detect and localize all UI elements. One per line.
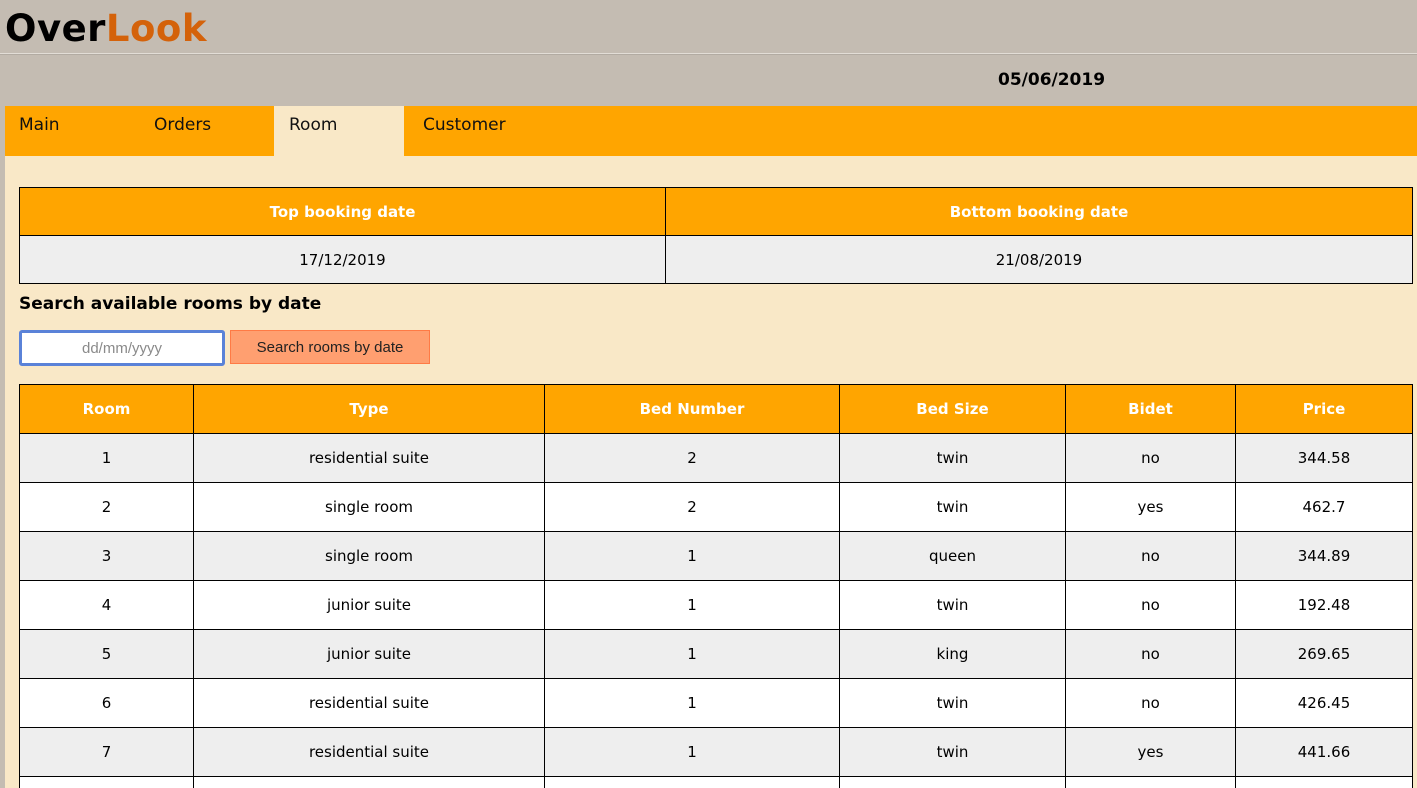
- cell-bed-size: king: [839, 629, 1066, 679]
- cell-price: 254.9: [1235, 776, 1413, 788]
- cell-room-type: residential suite: [193, 678, 545, 728]
- cell-bed-number: 1: [544, 727, 840, 777]
- cell-bed-number: 1: [544, 580, 840, 630]
- cell-bidet: no: [1065, 531, 1236, 581]
- app-logo: OverLook: [5, 6, 207, 52]
- table-row: 7 residential suite 1 twin yes 441.66: [19, 727, 1413, 777]
- top-booking-date-value: 17/12/2019: [19, 235, 666, 284]
- bottom-booking-date-value: 21/08/2019: [665, 235, 1413, 284]
- cell-room-number: 1: [19, 433, 194, 483]
- cell-bidet: yes: [1065, 727, 1236, 777]
- column-header-bed-size: Bed Size: [839, 384, 1066, 434]
- table-row: 17/12/2019 21/08/2019: [19, 235, 1413, 284]
- cell-price: 192.48: [1235, 580, 1413, 630]
- cell-room-number: 7: [19, 727, 194, 777]
- nav-bar: Main Orders Room Customer: [5, 106, 1417, 156]
- cell-bed-size: twin: [839, 678, 1066, 728]
- cell-bed-number: 2: [544, 433, 840, 483]
- rooms-table-body: 1 residential suite 2 twin no 344.58 2 single r…: [19, 433, 1413, 788]
- logo-text-look: Look: [105, 7, 207, 50]
- cell-bed-number: 1: [544, 776, 840, 788]
- tab-orders[interactable]: Orders: [133, 106, 274, 156]
- column-header-type: Type: [193, 384, 545, 434]
- cell-room-type: junior suite: [193, 580, 545, 630]
- column-header-price: Price: [1235, 384, 1413, 434]
- cell-price: 269.65: [1235, 629, 1413, 679]
- main-content: Top booking date Bottom booking date 17/…: [5, 156, 1417, 788]
- cell-room-number: 8: [19, 776, 194, 788]
- logo-text-over: Over: [5, 7, 106, 50]
- column-header-room: Room: [19, 384, 194, 434]
- header-top-booking-date: Top booking date: [19, 187, 666, 236]
- cell-bidet: no: [1065, 678, 1236, 728]
- cell-bed-size: king: [839, 776, 1066, 788]
- table-row: 8single room1kingno254.9: [19, 776, 1413, 788]
- rooms-table: Room Type Bed Number Bed Size Bidet Pric…: [19, 384, 1413, 788]
- cell-price: 462.7: [1235, 482, 1413, 532]
- column-header-bed-number: Bed Number: [544, 384, 840, 434]
- booking-dates-table: Top booking date Bottom booking date 17/…: [19, 187, 1413, 284]
- cell-bed-size: twin: [839, 580, 1066, 630]
- cell-room-number: 3: [19, 531, 194, 581]
- cell-bidet: yes: [1065, 482, 1236, 532]
- cell-bed-number: 2: [544, 482, 840, 532]
- table-row: 6 residential suite 1 twin no 426.45: [19, 678, 1413, 728]
- cell-price: 344.58: [1235, 433, 1413, 483]
- column-header-bidet: Bidet: [1065, 384, 1236, 434]
- cell-bidet: no: [1065, 433, 1236, 483]
- table-row: 4 junior suite 1 twin no 192.48: [19, 580, 1413, 630]
- cell-bed-size: twin: [839, 433, 1066, 483]
- cell-price: 426.45: [1235, 678, 1413, 728]
- cell-room-type: residential suite: [193, 433, 545, 483]
- table-row: 1 residential suite 2 twin no 344.58: [19, 433, 1413, 483]
- cell-room-number: 6: [19, 678, 194, 728]
- cell-room-number: 4: [19, 580, 194, 630]
- search-date-input[interactable]: [19, 330, 225, 366]
- search-section-title: Search available rooms by date: [19, 294, 322, 314]
- app-header: OverLook 05/06/2019: [0, 0, 1417, 106]
- cell-bed-size: queen: [839, 531, 1066, 581]
- cell-room-type: single room: [193, 776, 545, 788]
- table-row: 2 single room 2 twin yes 462.7: [19, 482, 1413, 532]
- header-bottom-booking-date: Bottom booking date: [665, 187, 1413, 236]
- cell-bed-number: 1: [544, 629, 840, 679]
- cell-bidet: no: [1065, 629, 1236, 679]
- cell-price: 344.89: [1235, 531, 1413, 581]
- cell-bidet: no: [1065, 580, 1236, 630]
- cell-room-type: single room: [193, 482, 545, 532]
- tab-customer[interactable]: Customer: [404, 106, 544, 156]
- cell-bed-number: 1: [544, 531, 840, 581]
- cell-room-number: 2: [19, 482, 194, 532]
- search-rooms-button[interactable]: Search rooms by date: [230, 330, 430, 364]
- table-row: 5 junior suite 1 king no 269.65: [19, 629, 1413, 679]
- header-divider-shadow: [0, 54, 1417, 55]
- cell-room-type: single room: [193, 531, 545, 581]
- cell-room-number: 5: [19, 629, 194, 679]
- cell-bed-number: 1: [544, 678, 840, 728]
- tab-main[interactable]: Main: [5, 106, 133, 156]
- cell-bidet: no: [1065, 776, 1236, 788]
- cell-bed-size: twin: [839, 727, 1066, 777]
- cell-price: 441.66: [1235, 727, 1413, 777]
- cell-room-type: junior suite: [193, 629, 545, 679]
- tab-room[interactable]: Room: [274, 106, 404, 156]
- cell-room-type: residential suite: [193, 727, 545, 777]
- current-date: 05/06/2019: [998, 70, 1106, 90]
- cell-bed-size: twin: [839, 482, 1066, 532]
- table-row: 3 single room 1 queen no 344.89: [19, 531, 1413, 581]
